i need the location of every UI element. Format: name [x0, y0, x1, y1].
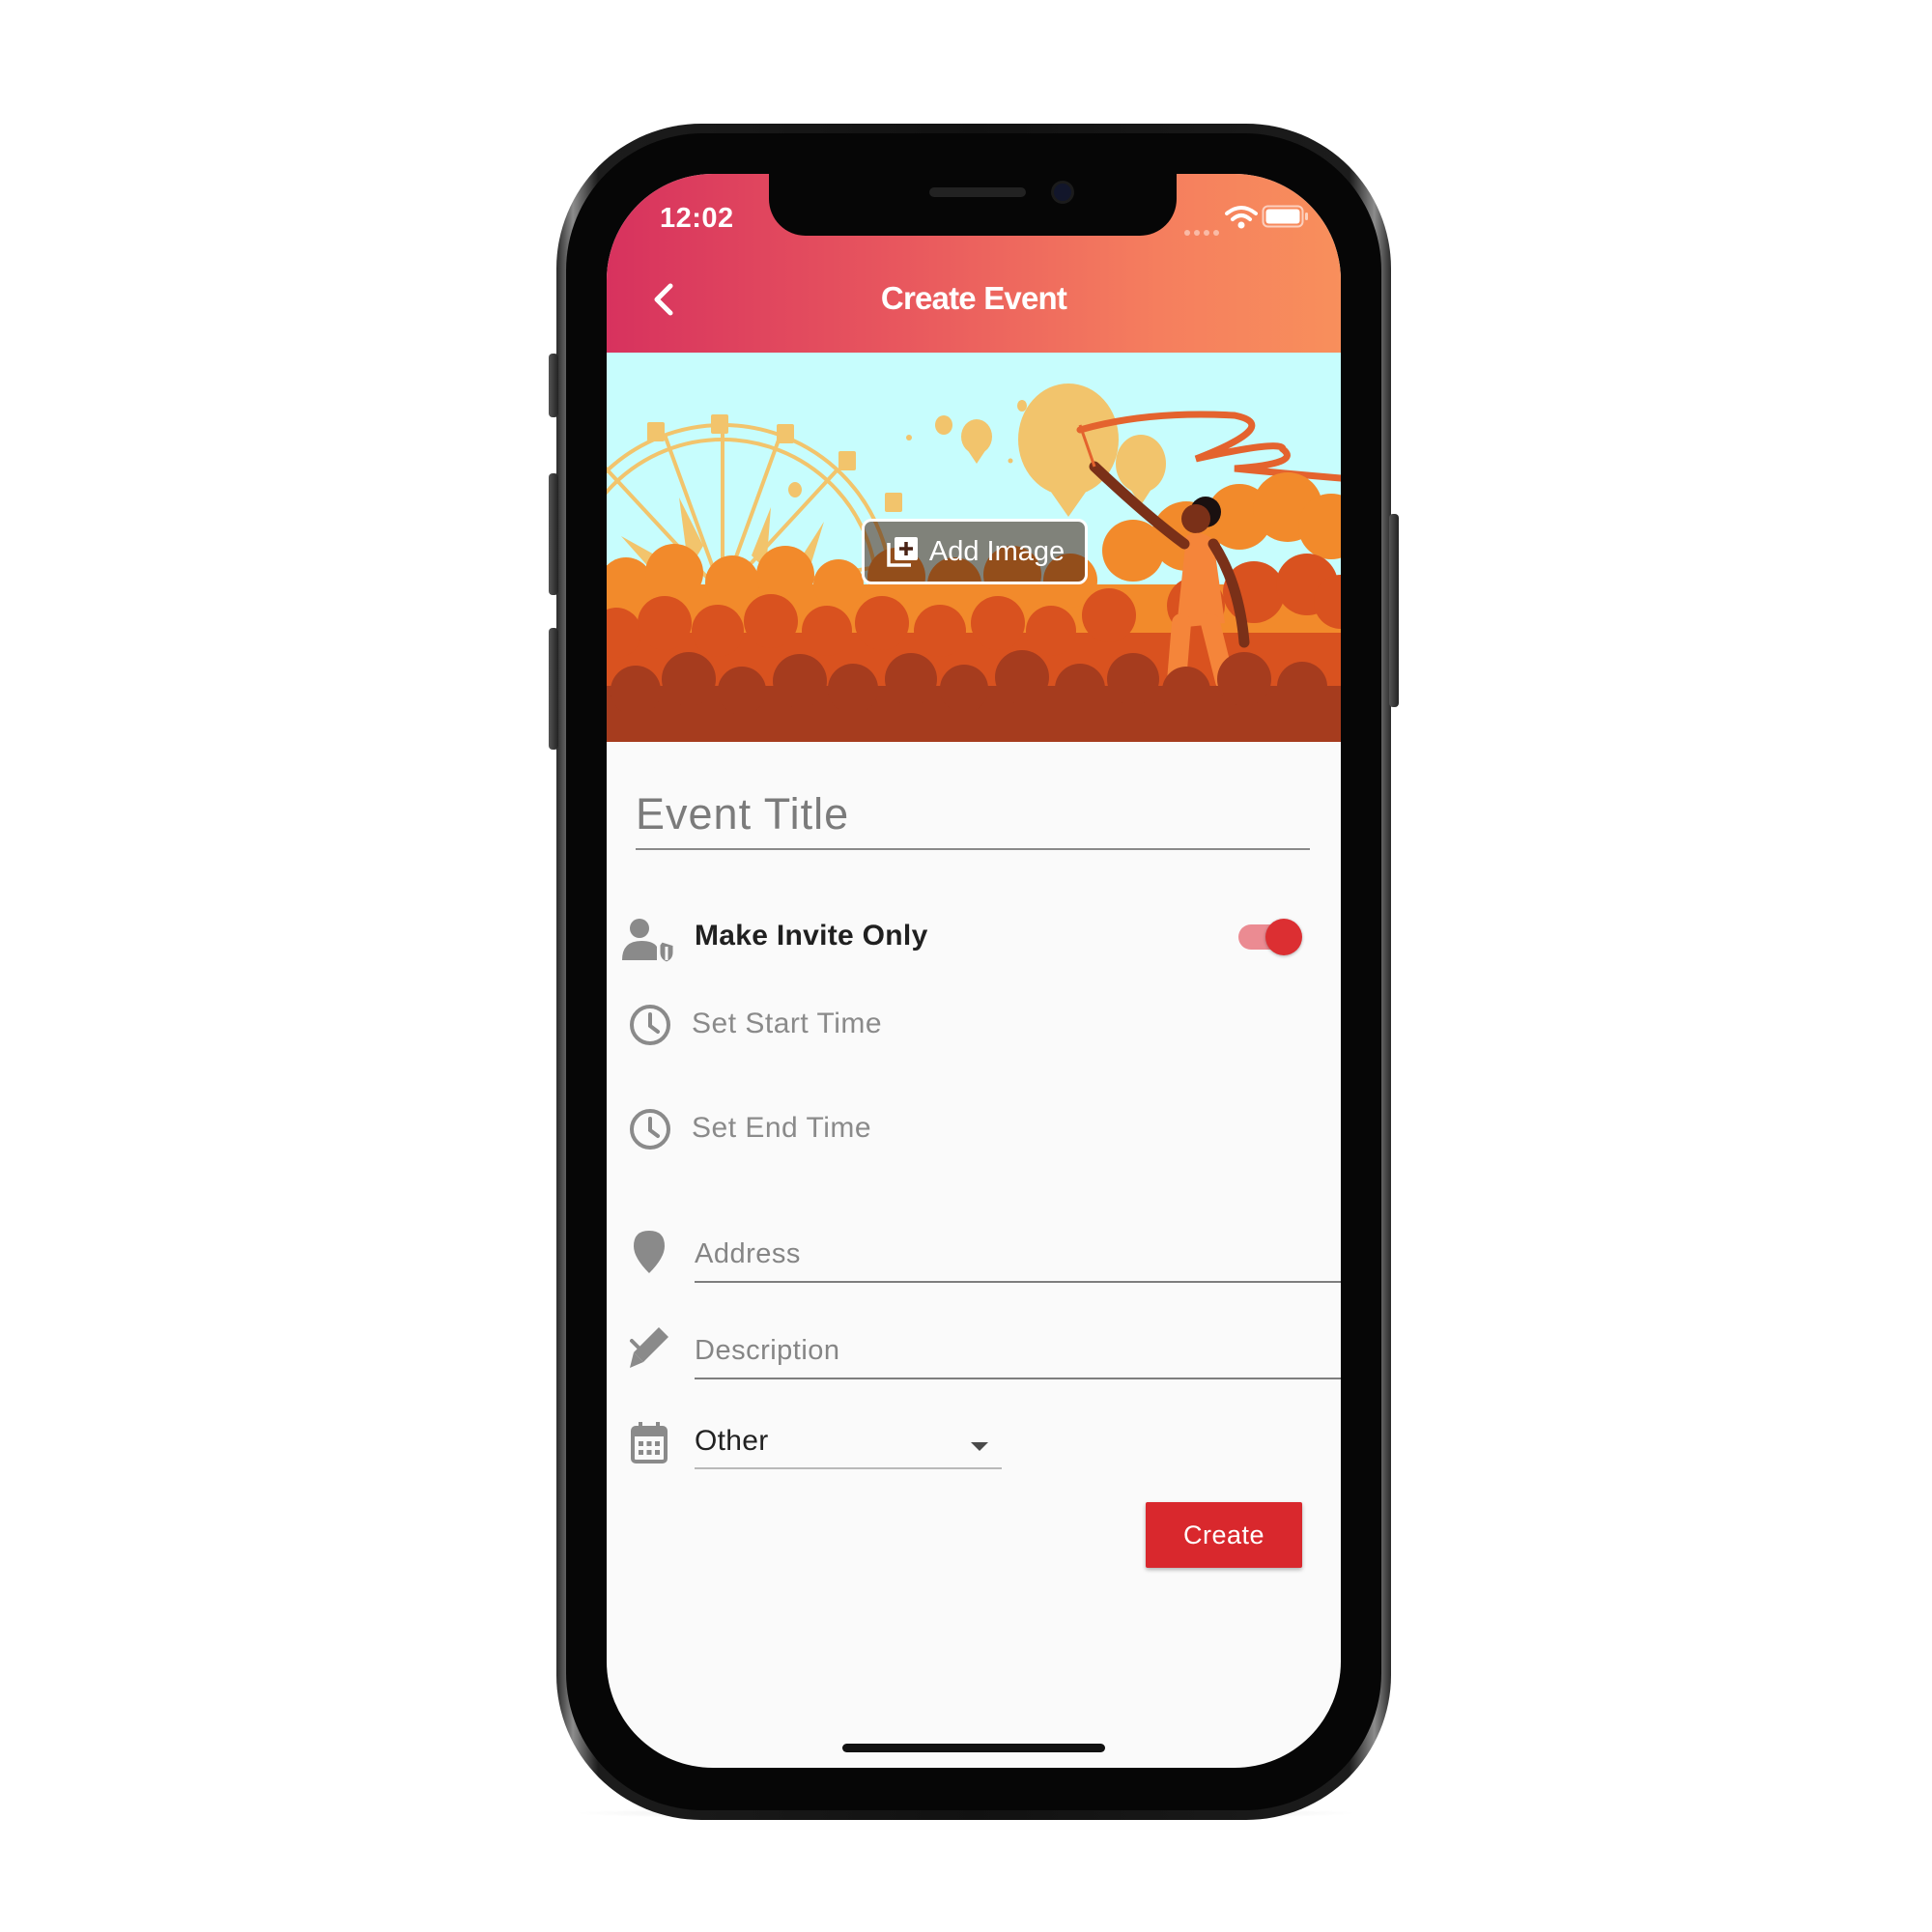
add-to-photos-icon — [887, 537, 918, 567]
calendar-icon — [631, 1422, 668, 1463]
clock-icon — [630, 1005, 670, 1045]
set-end-time-label: Set End Time — [692, 1112, 872, 1144]
invite-only-toggle-thumb[interactable] — [1265, 919, 1302, 955]
user-shield-icon — [622, 919, 676, 964]
description-input[interactable] — [695, 1323, 1341, 1379]
cellular-signal-icon — [1183, 224, 1222, 236]
set-end-time-row[interactable]: Set End Time — [620, 1099, 1327, 1157]
invite-only-label: Make Invite Only — [695, 920, 928, 952]
wifi-icon — [1225, 205, 1258, 230]
dropdown-arrow-icon — [971, 1442, 988, 1451]
set-start-time-row[interactable]: Set Start Time — [620, 995, 1327, 1053]
address-input[interactable] — [695, 1227, 1341, 1283]
page-title: Create Event — [880, 280, 1067, 316]
phone-screen: 12:02 Create Event Add Image Event Title… — [607, 174, 1341, 1768]
clock-icon — [630, 1109, 670, 1150]
notch — [769, 174, 1177, 236]
add-image-button[interactable]: Add Image — [862, 519, 1088, 584]
power-button — [1389, 514, 1399, 707]
add-image-label: Add Image — [928, 535, 1065, 567]
event-title-input[interactable] — [636, 781, 1310, 850]
front-camera — [1054, 184, 1071, 201]
mute-switch — [549, 354, 558, 417]
home-indicator[interactable] — [842, 1744, 1105, 1752]
set-start-time-label: Set Start Time — [692, 1008, 883, 1039]
create-button[interactable]: Create — [1146, 1502, 1302, 1568]
earpiece-speaker — [929, 187, 1026, 197]
category-select[interactable]: Other — [695, 1423, 1002, 1469]
volume-up-button — [549, 473, 558, 595]
status-time: 12:02 — [660, 203, 734, 234]
location-pin-icon — [634, 1231, 665, 1273]
category-selected-value: Other — [695, 1425, 769, 1457]
battery-icon — [1262, 205, 1310, 228]
volume-down-button — [549, 628, 558, 750]
event-banner-image: Add Image — [607, 353, 1341, 742]
pen-icon — [630, 1327, 668, 1368]
